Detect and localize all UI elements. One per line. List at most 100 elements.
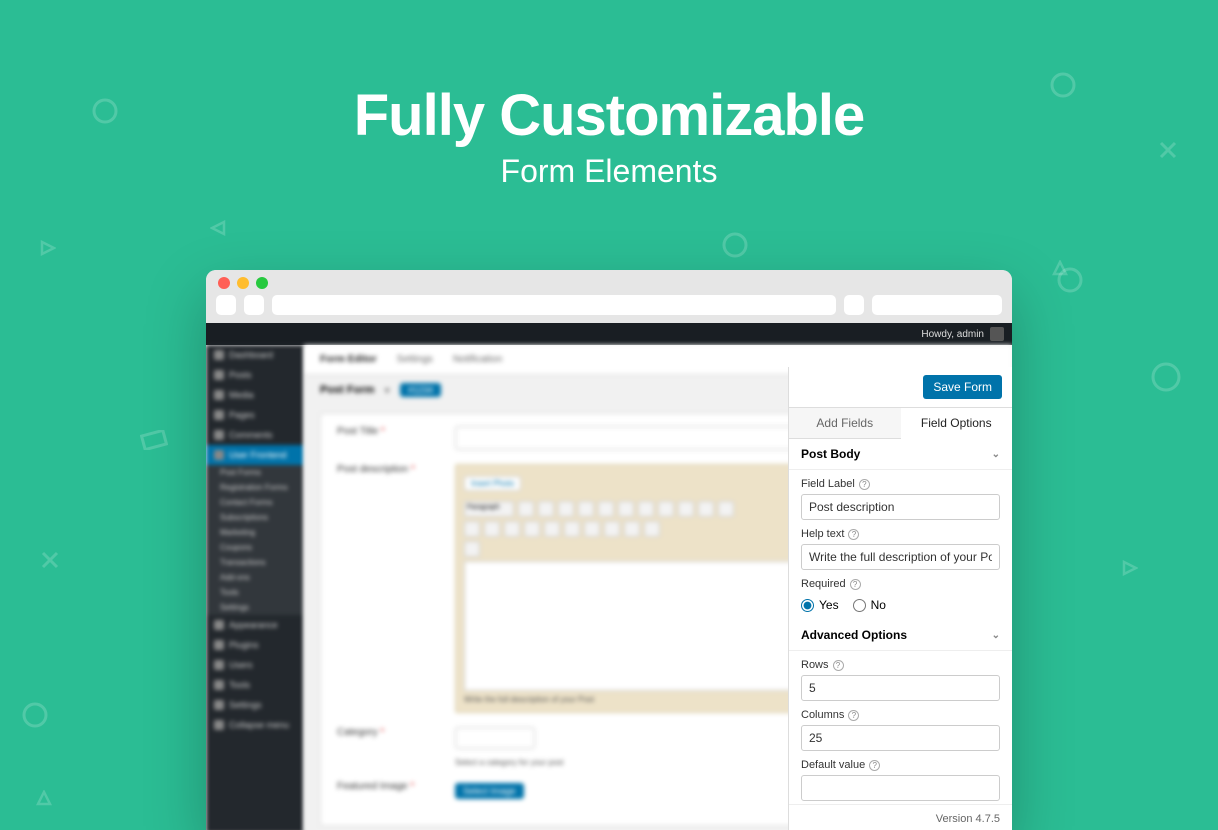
align-center-icon[interactable] xyxy=(638,501,654,517)
radio-input[interactable] xyxy=(853,599,866,612)
zoom-icon[interactable] xyxy=(256,277,268,289)
undo-icon[interactable] xyxy=(624,521,640,537)
hero-subtitle: Form Elements xyxy=(0,153,1218,190)
tab-notification[interactable]: Notification xyxy=(453,354,502,365)
strike-icon[interactable] xyxy=(464,521,480,537)
help-icon[interactable]: ? xyxy=(833,660,844,671)
redo-icon[interactable] xyxy=(644,521,660,537)
field-label-input[interactable] xyxy=(801,494,1000,520)
section-post-body[interactable]: Post Body ⌄ xyxy=(789,439,1012,470)
sidebar-item-settings[interactable]: Settings xyxy=(206,695,304,715)
required-no[interactable]: No xyxy=(853,598,886,612)
form-id-chip: #1234 xyxy=(400,383,441,397)
avatar-icon[interactable] xyxy=(990,327,1004,341)
sidebar-item-users[interactable]: Users xyxy=(206,655,304,675)
sidebar-item-comments[interactable]: Comments xyxy=(206,425,304,445)
help-icon[interactable]: ? xyxy=(848,529,859,540)
opt-label: Required xyxy=(801,578,846,590)
brush-icon xyxy=(214,620,224,630)
extra-icon[interactable] xyxy=(464,541,480,557)
sidebar-label: Appearance xyxy=(229,620,278,630)
sidebar-label: Posts xyxy=(229,370,252,380)
comment-icon xyxy=(214,430,224,440)
close-icon[interactable] xyxy=(218,277,230,289)
columns-input[interactable] xyxy=(801,725,1000,751)
minimize-icon[interactable] xyxy=(237,277,249,289)
opt-required: Required? Yes No xyxy=(789,570,1012,612)
sidebar-sub[interactable]: Marketing xyxy=(206,525,304,540)
rows-input[interactable] xyxy=(801,675,1000,701)
save-form-button[interactable]: Save Form xyxy=(923,375,1002,399)
sidebar-sub[interactable]: Settings xyxy=(206,600,304,615)
sidebar-sub[interactable]: Subscriptions xyxy=(206,510,304,525)
wp-admin-bar: Howdy, admin xyxy=(206,323,1012,345)
italic-icon[interactable] xyxy=(538,501,554,517)
section-advanced[interactable]: Advanced Options ⌄ xyxy=(789,620,1012,651)
unlink-icon[interactable] xyxy=(698,501,714,517)
default-value-input[interactable] xyxy=(801,775,1000,801)
sidebar-sub[interactable]: Registration Forms xyxy=(206,480,304,495)
sidebar-item-user-frontend[interactable]: User Frontend xyxy=(206,445,304,465)
search-field[interactable] xyxy=(872,295,1002,315)
align-right-icon[interactable] xyxy=(658,501,674,517)
help-icon[interactable]: ? xyxy=(869,760,880,771)
tab-settings[interactable]: Settings xyxy=(397,354,433,365)
sidebar-sub[interactable]: Add-ons xyxy=(206,570,304,585)
paste-icon[interactable] xyxy=(524,521,540,537)
paragraph-select[interactable]: Paragraph xyxy=(464,501,514,517)
tab-add-fields[interactable]: Add Fields xyxy=(789,408,901,438)
align-left-icon[interactable] xyxy=(618,501,634,517)
radio-input[interactable] xyxy=(801,599,814,612)
sidebar-sub[interactable]: Tools xyxy=(206,585,304,600)
nav-forward[interactable] xyxy=(244,295,264,315)
sidebar-label: Users xyxy=(229,660,253,670)
help-icon[interactable]: ? xyxy=(848,710,859,721)
browser-action[interactable] xyxy=(844,295,864,315)
tab-form-editor[interactable]: Form Editor xyxy=(320,354,377,365)
char-icon[interactable] xyxy=(564,521,580,537)
help-icon[interactable]: ? xyxy=(859,479,870,490)
sidebar-sub[interactable]: Transactions xyxy=(206,555,304,570)
opt-default-value: Default value? xyxy=(789,751,1012,801)
clear-icon[interactable] xyxy=(544,521,560,537)
plug-icon xyxy=(214,640,224,650)
color-icon[interactable] xyxy=(504,521,520,537)
radio-label: Yes xyxy=(819,598,839,612)
form-name[interactable]: Post Form xyxy=(320,384,374,396)
more-icon[interactable] xyxy=(718,501,734,517)
numlist-icon[interactable] xyxy=(578,501,594,517)
indent-icon[interactable] xyxy=(604,521,620,537)
sidebar-item-pages[interactable]: Pages xyxy=(206,405,304,425)
sidebar-item-appearance[interactable]: Appearance xyxy=(206,615,304,635)
help-text-input[interactable] xyxy=(801,544,1000,570)
outdent-icon[interactable] xyxy=(584,521,600,537)
opt-label: Rows xyxy=(801,659,829,671)
sidebar-item-posts[interactable]: Posts xyxy=(206,365,304,385)
sidebar-collapse[interactable]: Collapse menu xyxy=(206,715,304,735)
link-icon[interactable] xyxy=(678,501,694,517)
help-icon[interactable]: ? xyxy=(850,579,861,590)
sidebar-item-tools[interactable]: Tools xyxy=(206,675,304,695)
hr-icon[interactable] xyxy=(484,521,500,537)
radio-label: No xyxy=(871,598,886,612)
sidebar-label: Tools xyxy=(229,680,250,690)
sidebar-sub[interactable]: Coupons xyxy=(206,540,304,555)
insert-photo-button[interactable]: Insert Photo xyxy=(464,476,521,491)
bold-icon[interactable] xyxy=(518,501,534,517)
tab-field-options[interactable]: Field Options xyxy=(901,408,1013,439)
sidebar-item-plugins[interactable]: Plugins xyxy=(206,635,304,655)
list-icon[interactable] xyxy=(558,501,574,517)
sidebar-sub[interactable]: Post Forms xyxy=(206,465,304,480)
quote-icon[interactable] xyxy=(598,501,614,517)
sidebar-sub[interactable]: Contact Forms xyxy=(206,495,304,510)
nav-back[interactable] xyxy=(216,295,236,315)
address-bar[interactable] xyxy=(272,295,836,315)
sidebar-item-dashboard[interactable]: Dashboard xyxy=(206,345,304,365)
sidebar-item-media[interactable]: Media xyxy=(206,385,304,405)
sidebar-label: Plugins xyxy=(229,640,259,650)
sidebar-label: Dashboard xyxy=(229,350,273,360)
admin-greeting[interactable]: Howdy, admin xyxy=(921,329,984,340)
select-image-button[interactable]: Select Image xyxy=(455,783,524,799)
required-yes[interactable]: Yes xyxy=(801,598,839,612)
category-select[interactable] xyxy=(455,727,535,749)
